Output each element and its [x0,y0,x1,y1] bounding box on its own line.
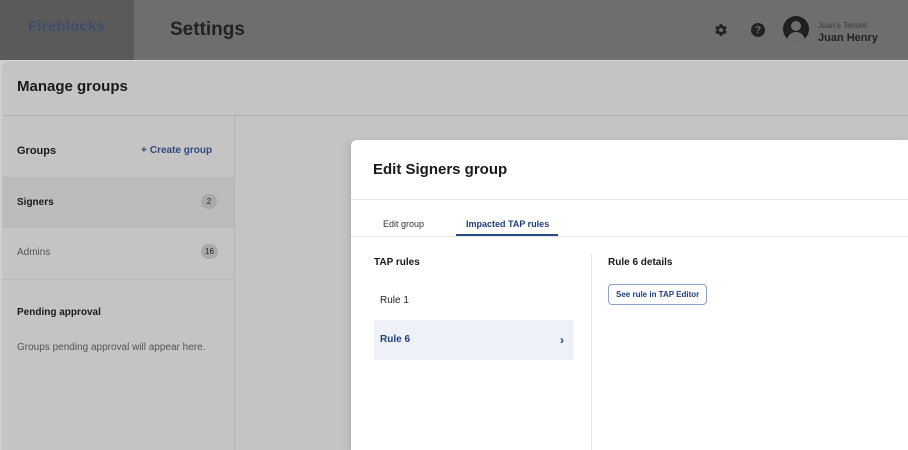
groups-title: Groups [17,145,57,157]
pending-approval-title: Pending approval [17,307,101,318]
member-count-badge: 16 [201,244,218,259]
create-group-button[interactable]: + Create group [141,145,212,156]
chevron-right-icon: › [560,333,564,347]
column-divider [591,254,592,450]
edit-group-modal: Edit Signers group Edit group Impacted T… [351,140,908,450]
modal-title: Edit Signers group [373,161,508,178]
plus-icon: + [141,145,147,156]
groups-sidebar: Groups + Create group Signers 2 Admins 16… [2,116,235,450]
groups-header: Groups + Create group [2,116,234,177]
tab-impacted-tap-rules[interactable]: Impacted TAP rules [466,219,549,229]
group-label: Admins [17,247,51,258]
create-group-label: Create group [149,145,213,156]
pending-approval-text: Groups pending approval will appear here… [17,342,206,353]
brand-logo[interactable]: Fireblocks [0,0,134,60]
rule-label: Rule 6 [380,334,411,345]
page-title: Manage groups [17,78,128,95]
user-name[interactable]: Juan Henry [818,32,878,44]
help-icon[interactable]: ? [750,22,766,38]
member-count-badge: 2 [201,194,217,209]
tab-edit-group[interactable]: Edit group [383,219,424,229]
panel-header: Manage groups [2,61,908,116]
pending-approval-section: Pending approval Groups pending approval… [2,279,234,450]
app-title: Settings [170,19,245,40]
divider [351,236,908,237]
rule-item-rule-6[interactable]: Rule 6 › [374,320,573,360]
tap-rules-title: TAP rules [374,257,420,268]
see-rule-in-tap-editor-button[interactable]: See rule in TAP Editor [608,284,708,305]
top-bar: Fireblocks Settings ? Juan's Tenant Juan… [0,0,908,60]
gear-icon[interactable] [713,22,729,38]
tenant-name: Juan's Tenant [818,21,867,30]
rule-item-rule-1[interactable]: Rule 1 [374,281,573,321]
brand-name: Fireblocks [28,18,106,35]
divider [351,199,908,200]
group-item-admins[interactable]: Admins 16 [2,227,234,277]
rule-label: Rule 1 [380,295,409,306]
group-label: Signers [17,197,54,208]
group-item-signers[interactable]: Signers 2 [2,177,234,227]
user-avatar-icon[interactable] [783,16,809,42]
rule-details-title: Rule 6 details [608,257,673,268]
